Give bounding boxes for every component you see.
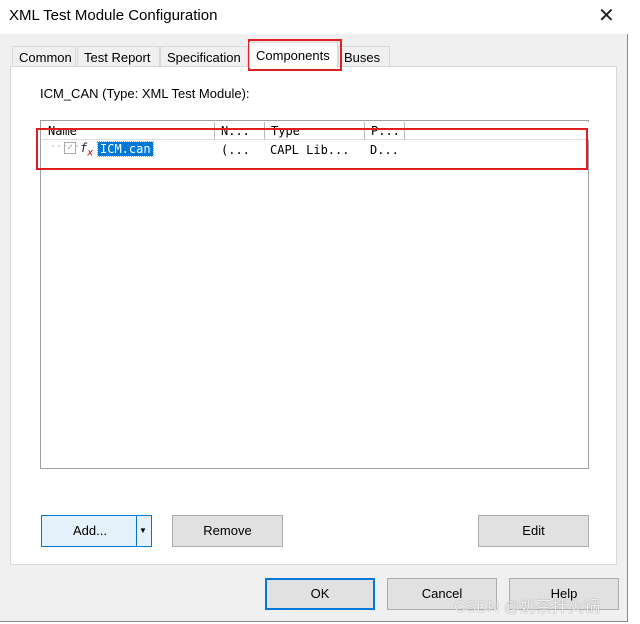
column-header-n[interactable]: N... [215, 122, 265, 140]
title-bar: XML Test Module Configuration ✕ [0, 0, 628, 34]
column-header-p[interactable]: P... [365, 122, 405, 140]
remove-button[interactable]: Remove [172, 515, 283, 547]
module-label: ICM_CAN (Type: XML Test Module): [40, 86, 250, 101]
checkbox[interactable]: ✓ [64, 142, 76, 154]
components-list[interactable]: Name N... Type P... ····· ✓ fx ICM.can (… [40, 120, 589, 469]
capl-file-icon: fx [80, 141, 94, 159]
split-divider [136, 516, 137, 546]
dialog: XML Test Module Configuration ✕ Common T… [0, 0, 628, 622]
row-type: CAPL Lib... [270, 143, 350, 157]
edit-button[interactable]: Edit [478, 515, 589, 547]
tab-test-report[interactable]: Test Report [77, 46, 160, 67]
chevron-down-icon[interactable]: ▼ [139, 516, 147, 546]
tab-common[interactable]: Common [12, 46, 76, 67]
tab-components[interactable]: Components [249, 42, 338, 68]
row-p: D... [370, 143, 399, 157]
window-title: XML Test Module Configuration [9, 7, 218, 24]
tab-buses[interactable]: Buses [338, 46, 390, 67]
column-header-empty [405, 122, 589, 140]
watermark: CSDN @奶茶拌火锅 [454, 599, 601, 616]
column-header-type[interactable]: Type [265, 122, 365, 140]
row-n: (... [221, 143, 250, 157]
column-header-name[interactable]: Name [42, 122, 215, 140]
add-button[interactable]: Add... ▼ [41, 515, 152, 547]
add-label: Add... [73, 523, 107, 538]
ok-button[interactable]: OK [265, 578, 375, 610]
tab-specification[interactable]: Specification [160, 46, 248, 67]
close-icon[interactable]: ✕ [598, 3, 615, 28]
row-name[interactable]: ICM.can [97, 141, 154, 157]
